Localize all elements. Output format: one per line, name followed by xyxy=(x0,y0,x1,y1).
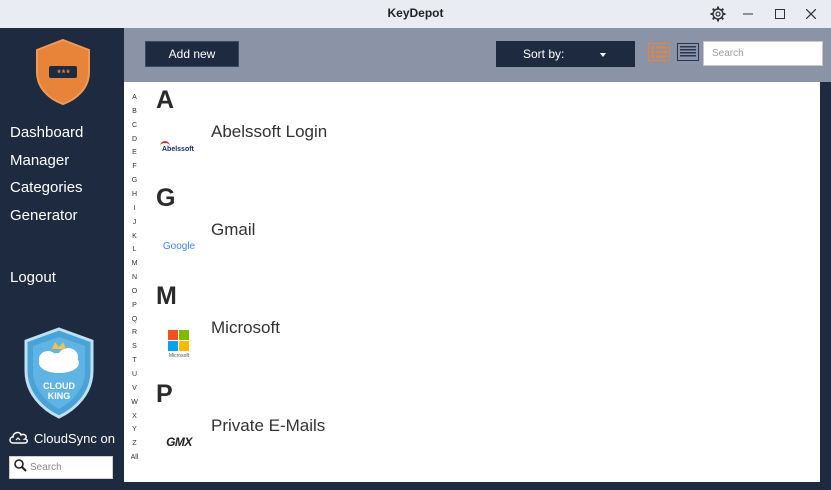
alphabet-index-t[interactable]: T xyxy=(124,357,145,364)
search-icon xyxy=(14,458,27,477)
title-bar: KeyDepot xyxy=(0,0,831,28)
nav-manager[interactable]: Manager xyxy=(10,152,69,169)
alphabet-index-s[interactable]: S xyxy=(124,343,145,350)
alphabet-index-g[interactable]: G xyxy=(124,177,145,184)
alphabet-index-all[interactable]: All xyxy=(124,454,145,461)
gmx-logo-text: GMX xyxy=(166,435,192,449)
google-logo-icon: Google xyxy=(157,226,201,266)
entry-abelssoft-login[interactable]: Abelssoft Abelssoft Login xyxy=(157,122,757,168)
section-letter-g: G xyxy=(156,184,176,212)
scrollbar[interactable] xyxy=(820,82,831,482)
alphabet-index-x[interactable]: X xyxy=(124,413,145,420)
cloudsync-label: CloudSync on xyxy=(34,431,115,446)
toolbar: Add new Sort by: xyxy=(124,28,831,82)
gmx-logo-icon: GMX xyxy=(157,422,201,462)
abelssoft-logo-icon: Abelssoft xyxy=(157,128,201,168)
nav-categories[interactable]: Categories xyxy=(10,179,83,196)
alphabet-index-d[interactable]: D xyxy=(124,136,145,143)
alphabet-index-k[interactable]: K xyxy=(124,233,145,240)
alphabet-index-q[interactable]: Q xyxy=(124,316,145,323)
nav-generator[interactable]: Generator xyxy=(10,207,78,224)
alphabet-index-w[interactable]: W xyxy=(124,399,145,406)
chevron-down-icon xyxy=(600,53,606,57)
alphabet-index-h[interactable]: H xyxy=(124,191,145,198)
sort-by-dropdown[interactable]: Sort by: xyxy=(496,41,635,67)
alphabet-index-i[interactable]: I xyxy=(124,205,145,212)
alphabet-index-o[interactable]: O xyxy=(124,288,145,295)
maximize-icon[interactable] xyxy=(769,4,791,24)
add-new-button[interactable]: Add new xyxy=(145,41,239,67)
settings-gear-icon[interactable] xyxy=(707,4,729,24)
nav-logout[interactable]: Logout xyxy=(10,269,56,286)
google-logo-text: Google xyxy=(162,240,196,252)
alphabet-index-z[interactable]: Z xyxy=(124,440,145,447)
alphabet-index-a[interactable]: A xyxy=(124,94,145,101)
cloud-king-badge: CLOUD KING xyxy=(24,327,94,424)
minimize-icon[interactable] xyxy=(737,4,759,24)
alphabet-index-u[interactable]: U xyxy=(124,371,145,378)
top-search-box[interactable] xyxy=(703,41,823,66)
abelssoft-logo-text: Abelssoft xyxy=(162,146,194,153)
alphabet-index-r[interactable]: R xyxy=(124,329,145,336)
cloud-sync-icon xyxy=(8,429,30,448)
sidebar-search-box[interactable] xyxy=(9,456,113,479)
section-letter-p: P xyxy=(156,380,173,408)
top-search-input[interactable] xyxy=(704,42,814,65)
alphabet-index-c[interactable]: C xyxy=(124,122,145,129)
sidebar: *** Dashboard Manager Categories Generat… xyxy=(0,28,124,490)
alphabet-index-p[interactable]: P xyxy=(124,302,145,309)
entry-microsoft[interactable]: Microsoft Microsoft xyxy=(157,318,757,364)
alphabet-index-l[interactable]: L xyxy=(124,246,145,253)
alphabet-index-m[interactable]: M xyxy=(124,260,145,267)
close-icon[interactable] xyxy=(800,4,822,24)
alphabet-index-f[interactable]: F xyxy=(124,163,145,170)
sort-by-label: Sort by: xyxy=(523,47,565,61)
entry-name: Microsoft xyxy=(211,318,280,337)
alphabet-index-v[interactable]: V xyxy=(124,385,145,392)
keydepot-shield-logo: *** xyxy=(33,38,93,111)
cloudsync-status[interactable]: CloudSync on xyxy=(8,429,115,448)
list-view-icon[interactable] xyxy=(648,43,670,61)
badge-line-2: KING xyxy=(47,391,71,401)
alphabet-index-y[interactable]: Y xyxy=(124,426,145,433)
alphabet-index: A B C D E F G H I J K L M N O P Q R S T U V W X Y Z All xyxy=(124,82,145,482)
microsoft-logo-icon: Microsoft xyxy=(157,324,201,364)
entry-name: Gmail xyxy=(211,220,256,239)
alphabet-index-j[interactable]: J xyxy=(124,219,145,226)
sidebar-search-input[interactable] xyxy=(30,462,110,473)
section-letter-a: A xyxy=(156,86,175,114)
entry-private-e-mails[interactable]: GMX Private E-Mails xyxy=(157,416,757,462)
alphabet-index-e[interactable]: E xyxy=(124,149,145,156)
badge-line-1: CLOUD xyxy=(43,381,75,391)
entry-name: Private E-Mails xyxy=(211,416,326,435)
bottom-strip xyxy=(124,482,831,490)
nav-dashboard[interactable]: Dashboard xyxy=(10,124,83,141)
entry-gmail[interactable]: Google Gmail xyxy=(157,220,757,266)
alphabet-index-n[interactable]: N xyxy=(124,274,145,281)
section-letter-m: M xyxy=(156,282,177,310)
detail-view-icon[interactable] xyxy=(677,43,699,61)
microsoft-logo-text: Microsoft xyxy=(168,352,190,359)
entry-name: Abelssoft Login xyxy=(211,122,328,141)
alphabet-index-b[interactable]: B xyxy=(124,108,145,115)
logo-password-text: *** xyxy=(57,68,71,78)
